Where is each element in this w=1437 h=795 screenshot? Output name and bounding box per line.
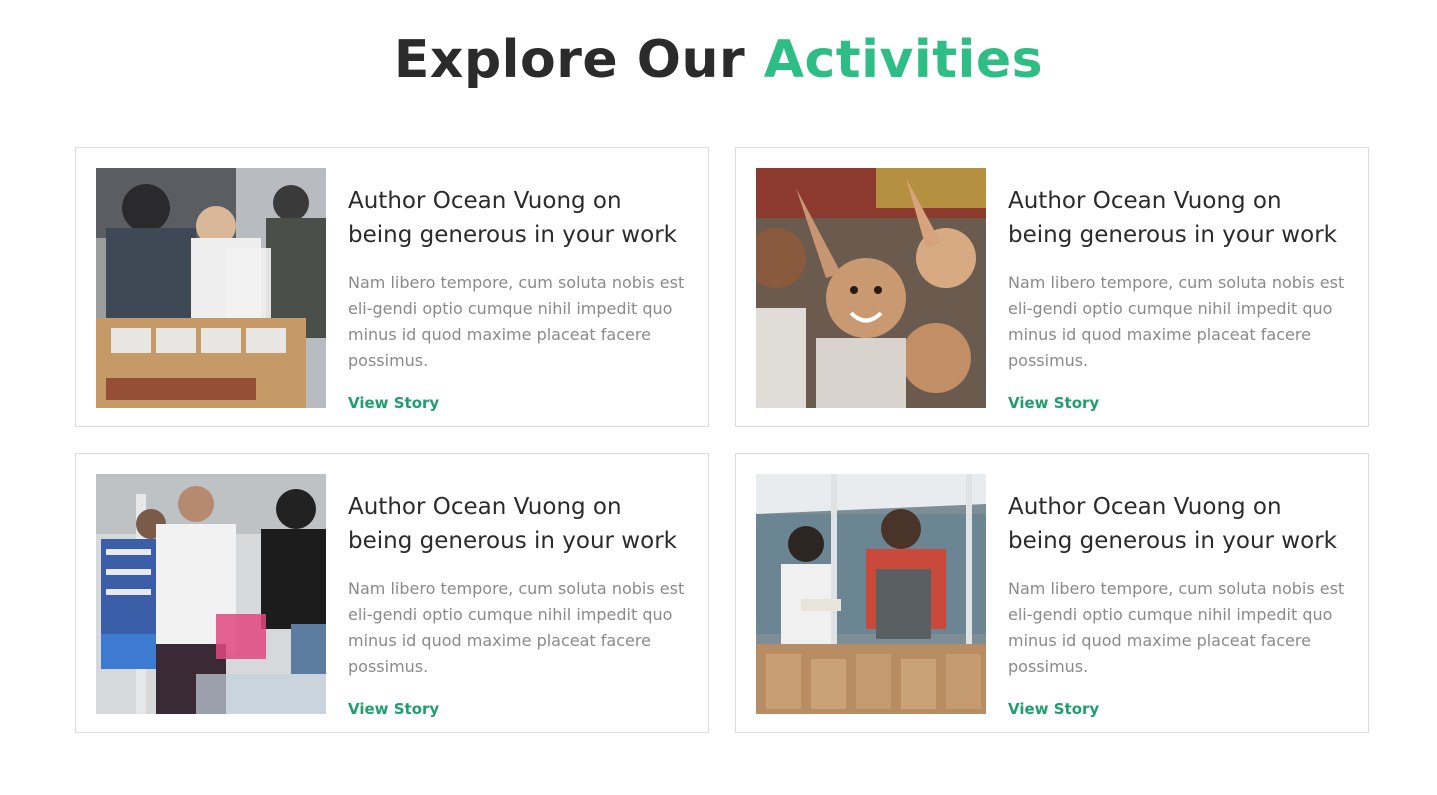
view-story-link[interactable]: View Story (348, 394, 439, 412)
view-story-link[interactable]: View Story (1008, 700, 1099, 718)
packing-bags-photo[interactable] (756, 474, 986, 714)
card-body: Author Ocean Vuong on being generous in … (348, 490, 693, 718)
view-story-link[interactable]: View Story (348, 700, 439, 718)
card-text: Nam libero tempore, cum soluta nobis est… (1008, 579, 1345, 676)
activity-card: Author Ocean Vuong on being generous in … (75, 453, 709, 733)
card-title[interactable]: Author Ocean Vuong on being generous in … (348, 184, 693, 252)
section-title: Explore Our Activities (0, 28, 1437, 92)
volunteers-helping-photo[interactable] (96, 474, 326, 714)
food-distribution-photo[interactable] (96, 168, 326, 408)
activity-card: Author Ocean Vuong on being generous in … (735, 453, 1369, 733)
view-story-link[interactable]: View Story (1008, 394, 1099, 412)
section-title-main: Explore Our (393, 30, 764, 90)
section-title-accent: Activities (763, 30, 1044, 90)
card-title[interactable]: Author Ocean Vuong on being generous in … (1008, 490, 1353, 558)
smiling-children-photo[interactable] (756, 168, 986, 408)
card-text: Nam libero tempore, cum soluta nobis est… (348, 579, 685, 676)
card-body: Author Ocean Vuong on being generous in … (348, 184, 693, 412)
card-title[interactable]: Author Ocean Vuong on being generous in … (348, 490, 693, 558)
card-body: Author Ocean Vuong on being generous in … (1008, 490, 1353, 718)
card-body: Author Ocean Vuong on being generous in … (1008, 184, 1353, 412)
card-title[interactable]: Author Ocean Vuong on being generous in … (1008, 184, 1353, 252)
card-text: Nam libero tempore, cum soluta nobis est… (348, 273, 685, 370)
activity-card: Author Ocean Vuong on being generous in … (735, 147, 1369, 427)
activity-card: Author Ocean Vuong on being generous in … (75, 147, 709, 427)
card-text: Nam libero tempore, cum soluta nobis est… (1008, 273, 1345, 370)
